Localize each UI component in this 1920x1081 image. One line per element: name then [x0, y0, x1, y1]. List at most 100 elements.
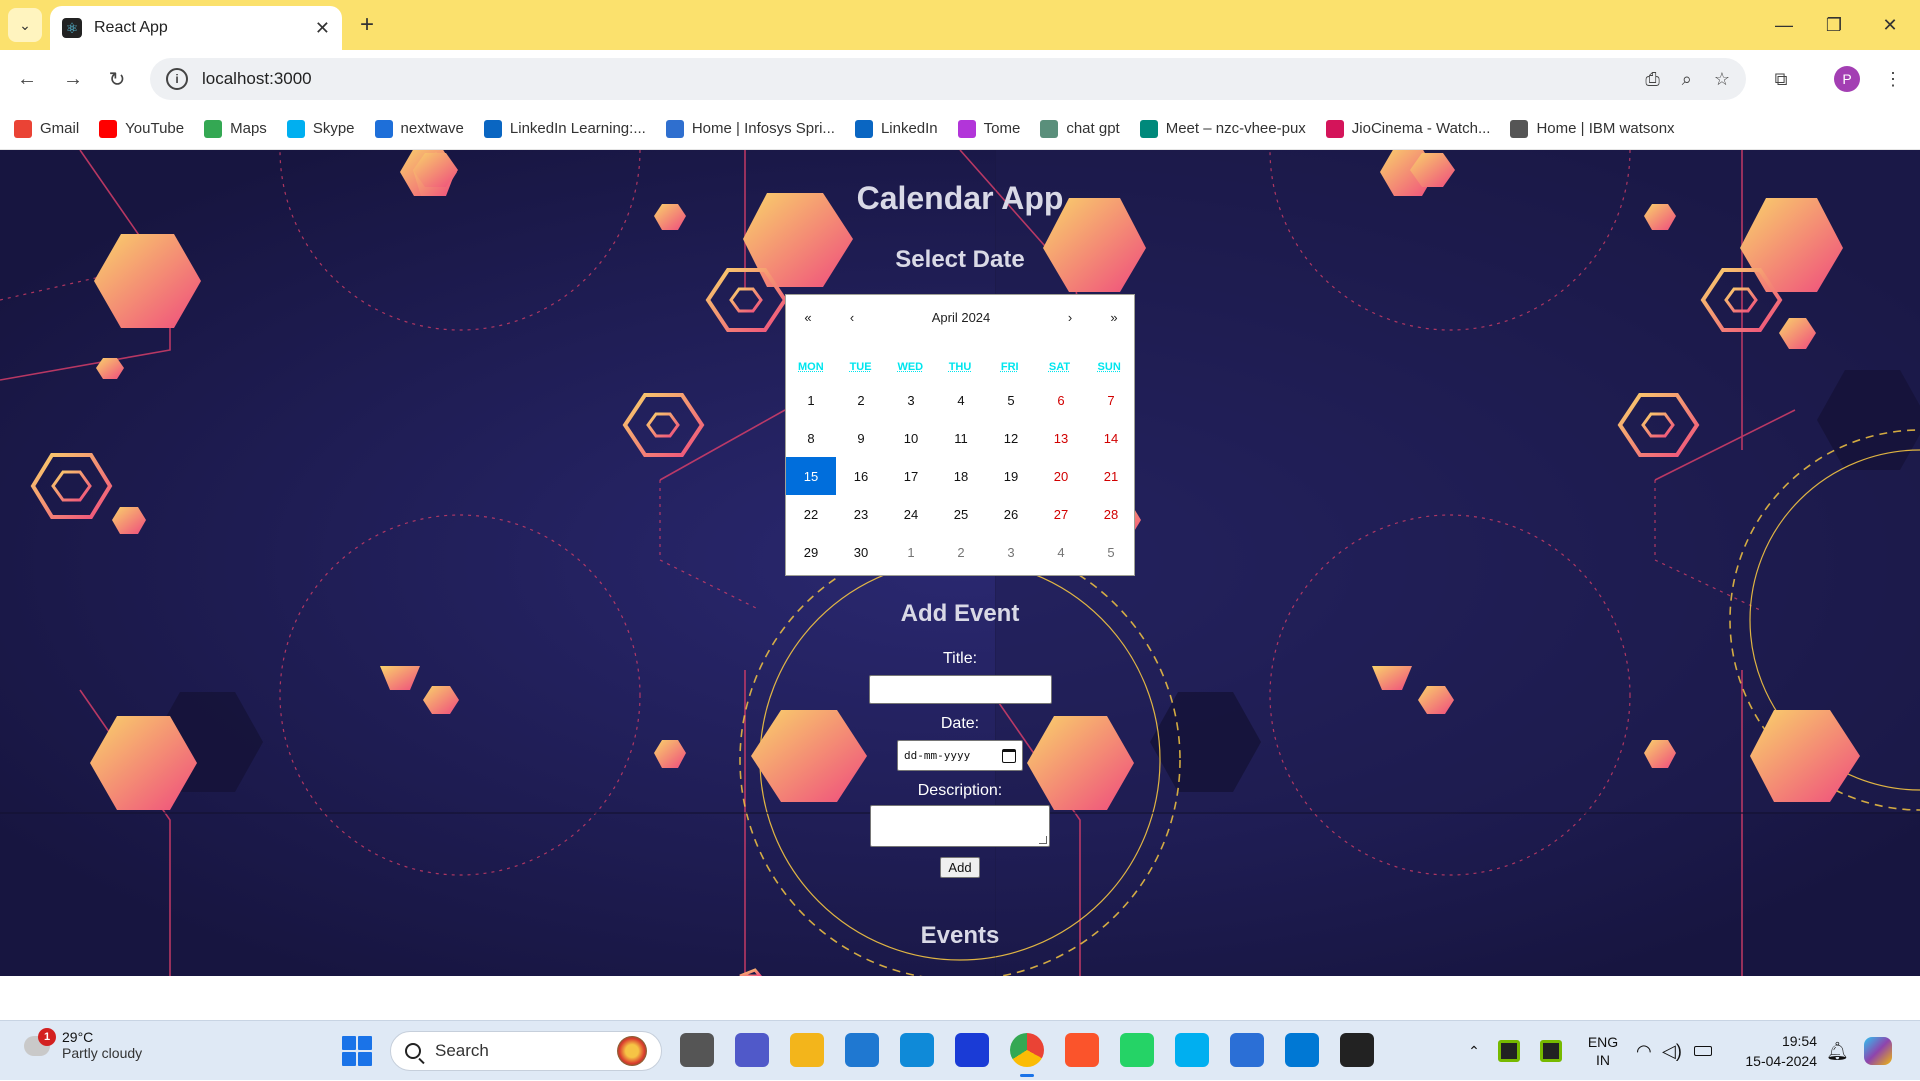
bookmark-item[interactable]: nextwave: [374, 119, 464, 138]
day-tile[interactable]: 25: [936, 495, 986, 533]
clock[interactable]: 19:54 15-04-2024: [1705, 1031, 1817, 1071]
url-text[interactable]: localhost:3000: [202, 69, 1623, 89]
day-tile[interactable]: 2: [936, 533, 986, 571]
day-tile[interactable]: 24: [886, 495, 936, 533]
media-player-icon[interactable]: [1340, 1033, 1374, 1067]
l-app-icon[interactable]: [955, 1033, 989, 1067]
copilot-icon[interactable]: [1864, 1021, 1892, 1081]
day-tile[interactable]: 1: [886, 533, 936, 571]
day-tile[interactable]: 27: [1036, 495, 1086, 533]
day-tile[interactable]: 6: [1036, 381, 1086, 419]
bookmark-item[interactable]: Home | Infosys Spri...: [665, 119, 835, 138]
day-tile[interactable]: 10: [886, 419, 936, 457]
bookmark-item[interactable]: JioCinema - Watch...: [1325, 119, 1490, 138]
day-tile[interactable]: 20: [1036, 457, 1086, 495]
day-tile[interactable]: 17: [886, 457, 936, 495]
description-textarea[interactable]: [870, 805, 1050, 847]
add-event-button[interactable]: Add: [940, 857, 980, 878]
day-tile[interactable]: 4: [1036, 533, 1086, 571]
bookmark-item[interactable]: YouTube: [99, 119, 184, 138]
bookmark-item[interactable]: LinkedIn: [854, 119, 938, 138]
day-tile[interactable]: 23: [836, 495, 886, 533]
close-window-button[interactable]: ✕: [1870, 10, 1910, 40]
minimize-button[interactable]: —: [1764, 10, 1804, 40]
day-tile[interactable]: 5: [1086, 533, 1136, 571]
day-tile[interactable]: 1: [786, 381, 836, 419]
site-info-icon[interactable]: i: [166, 68, 188, 90]
day-tile[interactable]: 26: [986, 495, 1036, 533]
teams-icon[interactable]: [735, 1033, 769, 1067]
address-bar[interactable]: i localhost:3000 ⎙ ⌕ ☆: [150, 58, 1746, 100]
day-tile[interactable]: 4: [936, 381, 986, 419]
browser-tab[interactable]: ⚛ React App ✕: [50, 6, 342, 50]
whatsapp-icon[interactable]: [1120, 1033, 1154, 1067]
day-tile[interactable]: 3: [886, 381, 936, 419]
day-tile[interactable]: 2: [836, 381, 886, 419]
bookmark-item[interactable]: LinkedIn Learning:...: [483, 119, 646, 138]
next-year-button[interactable]: »: [1092, 295, 1136, 339]
nvidia-settings-icon[interactable]: [1540, 1021, 1562, 1081]
new-tab-button[interactable]: +: [352, 10, 382, 40]
day-tile[interactable]: 12: [986, 419, 1036, 457]
bookmark-item[interactable]: Tome: [957, 119, 1020, 138]
start-button[interactable]: [342, 1036, 372, 1066]
title-input[interactable]: [869, 675, 1052, 704]
day-tile[interactable]: 14: [1086, 419, 1136, 457]
day-tile[interactable]: 29: [786, 533, 836, 571]
reload-button[interactable]: ↻: [100, 62, 134, 96]
day-tile[interactable]: 19: [986, 457, 1036, 495]
taskbar-search[interactable]: Search: [390, 1031, 662, 1071]
show-hidden-icons[interactable]: ⌃: [1462, 1021, 1486, 1081]
bookmark-item[interactable]: Home | IBM watsonx: [1510, 119, 1675, 138]
day-tile[interactable]: 30: [836, 533, 886, 571]
day-tile[interactable]: 8: [786, 419, 836, 457]
bookmark-star-icon[interactable]: ☆: [1714, 69, 1730, 90]
date-input[interactable]: dd-mm-yyyy: [897, 740, 1023, 771]
tab-search-button[interactable]: ⌄: [8, 8, 42, 42]
day-tile[interactable]: 16: [836, 457, 886, 495]
chrome-icon[interactable]: [1010, 1033, 1044, 1077]
notepad-icon[interactable]: [1230, 1033, 1264, 1067]
bookmark-item[interactable]: Gmail: [14, 119, 79, 138]
weather-widget[interactable]: 1 29°C Partly cloudy: [22, 1028, 142, 1061]
day-tile[interactable]: 22: [786, 495, 836, 533]
day-tile[interactable]: 21: [1086, 457, 1136, 495]
back-button[interactable]: ←: [10, 62, 44, 96]
selected-day-tile[interactable]: 15: [786, 457, 836, 495]
extensions-icon[interactable]: ⧉: [1764, 62, 1798, 96]
bookmark-item[interactable]: Skype: [286, 119, 355, 138]
bookmark-item[interactable]: Maps: [204, 119, 267, 138]
menu-icon[interactable]: ⋮: [1876, 62, 1910, 96]
folder-icon[interactable]: [790, 1033, 824, 1067]
prev-year-button[interactable]: «: [786, 295, 830, 339]
day-tile[interactable]: 13: [1036, 419, 1086, 457]
install-app-icon[interactable]: ⎙: [1645, 69, 1659, 90]
day-tile[interactable]: 7: [1086, 381, 1136, 419]
profile-button[interactable]: P: [1830, 62, 1864, 96]
next-month-button[interactable]: ›: [1048, 295, 1092, 339]
file-explorer-icon[interactable]: [680, 1033, 714, 1067]
zoom-icon[interactable]: ⌕: [1682, 69, 1692, 90]
edge-icon[interactable]: [900, 1033, 934, 1067]
calendar-picker-icon[interactable]: [1002, 748, 1016, 763]
vscode-icon[interactable]: [1285, 1033, 1319, 1067]
bookmark-item[interactable]: Meet – nzc-vhee-pux: [1139, 119, 1306, 138]
day-tile[interactable]: 5: [986, 381, 1036, 419]
notifications-icon[interactable]: 🔔︎: [1826, 1021, 1849, 1081]
bookmark-item[interactable]: chat gpt: [1040, 119, 1120, 138]
volume-icon[interactable]: ◁): [1662, 1021, 1682, 1081]
day-tile[interactable]: 3: [986, 533, 1036, 571]
language-indicator[interactable]: ENG IN: [1584, 1021, 1622, 1081]
prev-month-button[interactable]: ‹: [830, 295, 874, 339]
wifi-icon[interactable]: ◠: [1636, 1021, 1652, 1081]
brave-icon[interactable]: [1065, 1033, 1099, 1067]
store-icon[interactable]: [845, 1033, 879, 1067]
day-tile[interactable]: 11: [936, 419, 986, 457]
skype-icon[interactable]: [1175, 1033, 1209, 1067]
day-tile[interactable]: 9: [836, 419, 886, 457]
restore-button[interactable]: ❐: [1814, 10, 1854, 40]
nvidia-icon[interactable]: [1498, 1021, 1520, 1081]
day-tile[interactable]: 28: [1086, 495, 1136, 533]
day-tile[interactable]: 18: [936, 457, 986, 495]
forward-button[interactable]: →: [56, 62, 90, 96]
